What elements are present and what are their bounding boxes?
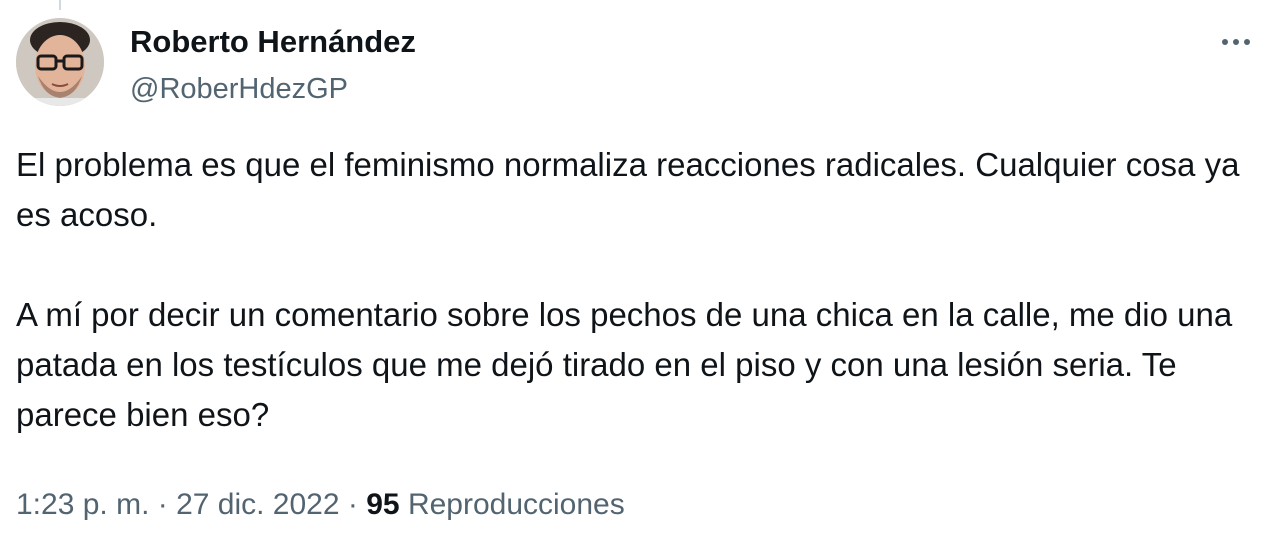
tweet-text: El problema es que el feminismo normaliz… (16, 140, 1266, 440)
views-label: Reproducciones (407, 488, 625, 521)
author-block: Roberto Hernández @RoberHdezGP (130, 22, 416, 109)
meta-separator: · (339, 488, 367, 521)
thread-connector-line (59, 0, 61, 10)
tweet-paragraph: A mí por decir un comentario sobre los p… (16, 296, 1242, 433)
more-horizontal-icon (1222, 39, 1250, 45)
meta-separator: · (149, 488, 177, 521)
tweet-paragraph: El problema es que el feminismo normaliz… (16, 146, 1249, 233)
more-options-button[interactable] (1220, 34, 1252, 50)
avatar-portrait-image (16, 18, 104, 106)
tweet-time: 1:23 p. m. (16, 488, 150, 521)
avatar[interactable] (16, 18, 104, 106)
author-handle[interactable]: @RoberHdezGP (130, 69, 416, 109)
tweet-date: 27 dic. 2022 (176, 488, 340, 521)
author-display-name[interactable]: Roberto Hernández (130, 22, 416, 62)
tweet-card: Roberto Hernández @RoberHdezGP El proble… (0, 0, 1280, 555)
tweet-metadata: 1:23 p. m. · 27 dic. 2022 · 95 Reproducc… (16, 484, 625, 526)
views-count: 95 (366, 488, 400, 521)
tweet-timestamp[interactable]: 1:23 p. m. · 27 dic. 2022 (16, 488, 340, 521)
views-link[interactable]: 95 Reproducciones (366, 488, 625, 521)
